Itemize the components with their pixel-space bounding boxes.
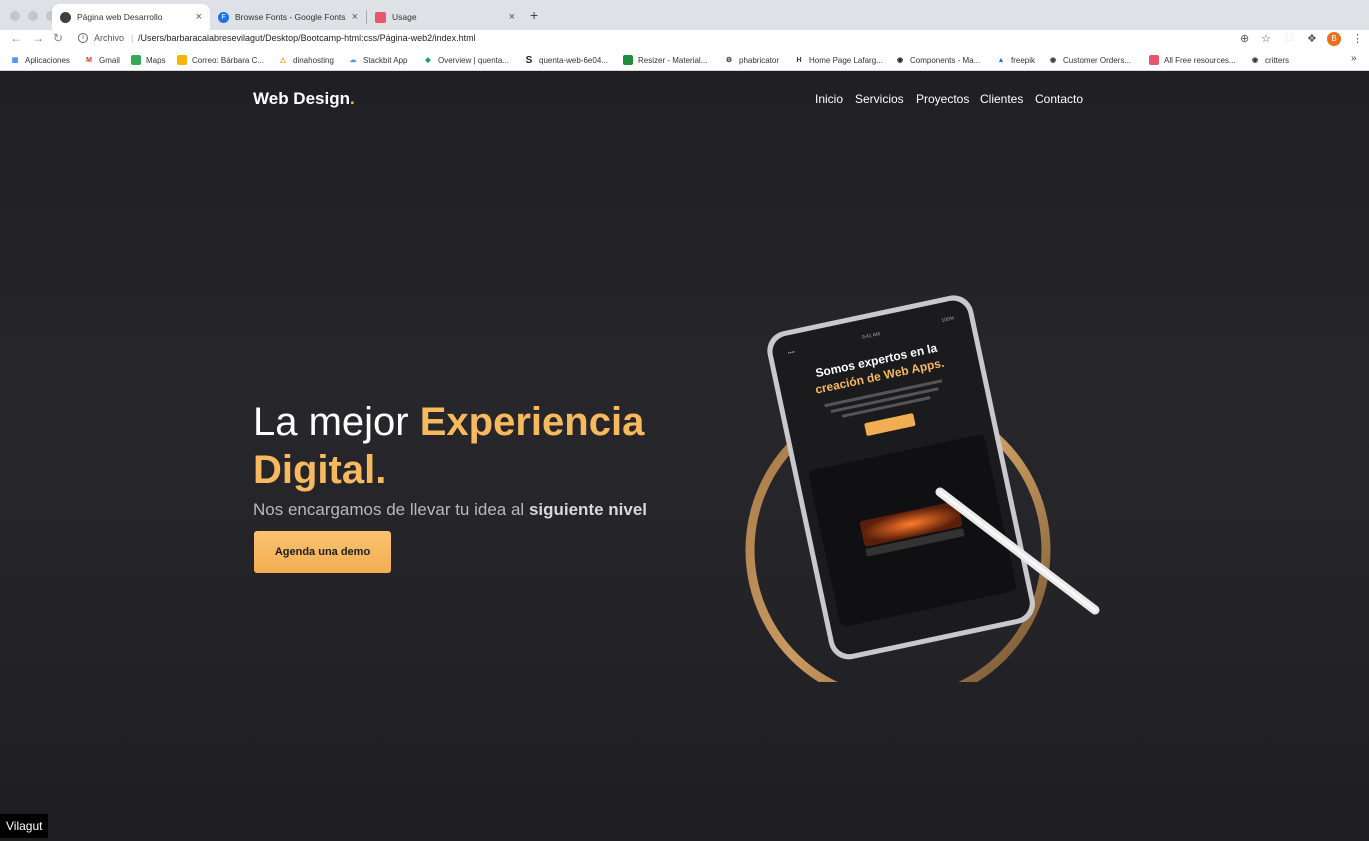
bookmark-critters[interactable]: ◉ critters (1250, 55, 1289, 65)
freepik-icon: ▲ (997, 56, 1005, 64)
usage-icon (375, 11, 386, 23)
tab-title: Usage (392, 12, 417, 22)
site-info-icon[interactable]: i (78, 33, 88, 43)
bookmark-label: Home Page Lafarg... (809, 55, 883, 65)
hero-subtitle-bold: siguiente nivel (528, 500, 648, 519)
zoom-icon[interactable]: ⊕ (1240, 32, 1249, 45)
hero-title-plain: La mejor (253, 400, 420, 444)
bookmark-label: Maps (146, 55, 166, 65)
nav-link-clientes[interactable]: Clientes (980, 92, 1023, 106)
bookmark-label: Correo: Bárbara C... (192, 55, 265, 65)
tab-google-fonts[interactable]: F Browse Fonts - Google Fonts × (210, 4, 366, 30)
brand-dot: . (349, 89, 355, 108)
tablet-illustration: •••• 9:41 AM 100% Somos expertos en la c… (745, 295, 1100, 682)
bookmark-label: All Free resources... (1164, 55, 1236, 65)
google-fonts-icon: F (218, 11, 229, 23)
maps-icon (131, 55, 141, 65)
bookmark-quenta-web[interactable]: S quenta-web-6e04... (524, 54, 608, 66)
bookmark-label: Stackbit App (363, 55, 408, 65)
globe-icon: ◉ (1251, 57, 1259, 64)
hero-subtitle: Nos encargamos de llevar tu idea al sigu… (253, 500, 647, 520)
bookmark-label: quenta-web-6e04... (539, 55, 608, 65)
tab-title: Página web Desarrollo (77, 12, 163, 22)
bookmark-label: Customer Orders... (1063, 55, 1132, 65)
reload-icon[interactable]: ↻ (53, 31, 63, 45)
new-tab-button[interactable]: + (530, 7, 538, 23)
bookmarks-overflow-icon[interactable]: » (1351, 53, 1357, 64)
bookmark-label: Components - Ma... (910, 55, 981, 65)
bookmark-correo[interactable]: Correo: Bárbara C... (177, 55, 264, 65)
browser-tab-strip: Página web Desarrollo × F Browse Fonts -… (0, 0, 1369, 30)
bookmark-dinahosting[interactable]: △ dinahosting (278, 55, 334, 65)
bookmark-label: critters (1265, 55, 1289, 65)
globe-icon: ◉ (1049, 57, 1057, 64)
forward-arrow-icon[interactable]: → (32, 31, 44, 45)
tab-title: Browse Fonts - Google Fonts (235, 12, 346, 22)
bookmark-label: freepik (1011, 55, 1036, 65)
brand-name: Web Design (253, 89, 350, 108)
bookmark-overview[interactable]: ◆ Overview | quenta... (423, 55, 509, 65)
presenter-name-overlay: Vilagut (0, 814, 49, 838)
bookmark-star-icon[interactable]: ☆ (1261, 32, 1271, 45)
apps-grid-icon: ▦ (11, 57, 19, 64)
puzzle-icon[interactable]: ❖ (1307, 32, 1317, 45)
bookmark-resizer[interactable]: Resizer - Material... (623, 55, 707, 65)
bookmark-lafarge[interactable]: H Home Page Lafarg... (794, 55, 883, 65)
bookmark-label: phabricator (739, 55, 780, 65)
gmail-icon: M (86, 56, 92, 64)
minimize-window-button[interactable] (28, 11, 38, 21)
hero-title: La mejor Experiencia Digital. (253, 398, 713, 494)
menu-kebab-icon[interactable]: ⋮ (1352, 32, 1363, 45)
nav-link-contacto[interactable]: Contacto (1035, 92, 1083, 106)
tab-close-icon[interactable]: × (509, 11, 515, 23)
dinahosting-icon: △ (280, 57, 286, 64)
agenda-demo-button[interactable]: Agenda una demo (254, 531, 391, 573)
bookmark-customer-orders[interactable]: ◉ Customer Orders... (1048, 55, 1131, 65)
lafarge-icon: H (796, 56, 802, 64)
bookmark-label: Gmail (99, 55, 120, 65)
window-controls (10, 11, 56, 21)
bookmark-maps[interactable]: Maps (131, 55, 166, 65)
github-icon: ◉ (896, 57, 904, 64)
nav-link-inicio[interactable]: Inicio (815, 92, 843, 106)
extension-icon[interactable]: □ (1286, 32, 1293, 44)
resizer-icon (623, 55, 633, 65)
address-bar: ← → ↻ i Archivo | /Users/barbaracalabres… (0, 30, 1369, 49)
tab-close-icon[interactable]: × (352, 11, 358, 23)
tab-pagina-web[interactable]: Página web Desarrollo × (52, 4, 210, 30)
profile-avatar[interactable]: B (1327, 32, 1341, 46)
overview-icon: ◆ (425, 57, 431, 64)
close-window-button[interactable] (10, 11, 20, 21)
tab-usage[interactable]: Usage × (367, 4, 523, 30)
bookmarks-bar: ▦ Aplicaciones M Gmail Maps Correo: Bárb… (0, 49, 1369, 71)
tablet-device: •••• 9:41 AM 100% Somos expertos en la c… (767, 295, 1035, 660)
website-viewport: Web Design. Inicio Servicios Proyectos C… (0, 72, 1369, 841)
bookmark-label: dinahosting (293, 55, 334, 65)
bookmark-free-resources[interactable]: All Free resources... (1149, 55, 1236, 65)
resources-icon (1149, 55, 1159, 65)
bookmark-label: Resizer - Material... (638, 55, 708, 65)
url-input[interactable]: /Users/barbaracalabresevilagut/Desktop/B… (138, 33, 476, 43)
url-divider: | (131, 33, 134, 43)
bookmark-aplicaciones[interactable]: ▦ Aplicaciones (10, 55, 70, 65)
bookmark-freepik[interactable]: ▲ freepik (996, 55, 1035, 65)
bookmark-components[interactable]: ◉ Components - Ma... (895, 55, 980, 65)
outlook-icon (177, 55, 187, 65)
stackbit-icon: ☁ (349, 57, 357, 64)
bookmark-stackbit[interactable]: ☁ Stackbit App (348, 55, 408, 65)
nav-link-servicios[interactable]: Servicios (855, 92, 904, 106)
back-arrow-icon[interactable]: ← (10, 31, 22, 45)
bookmark-gmail[interactable]: M Gmail (84, 55, 120, 65)
globe-icon (60, 11, 71, 23)
hero-subtitle-plain: Nos encargamos de llevar tu idea al (253, 500, 529, 519)
nav-link-proyectos[interactable]: Proyectos (916, 92, 969, 106)
bookmark-label: Aplicaciones (25, 55, 70, 65)
phabricator-icon: ⚙ (725, 57, 733, 64)
tab-close-icon[interactable]: × (196, 11, 202, 23)
site-logo[interactable]: Web Design. (253, 89, 355, 109)
url-scheme-label: Archivo (94, 33, 125, 43)
quenta-icon: S (525, 54, 533, 66)
bookmark-phabricator[interactable]: ⚙ phabricator (724, 55, 779, 65)
bookmark-label: Overview | quenta... (438, 55, 509, 65)
